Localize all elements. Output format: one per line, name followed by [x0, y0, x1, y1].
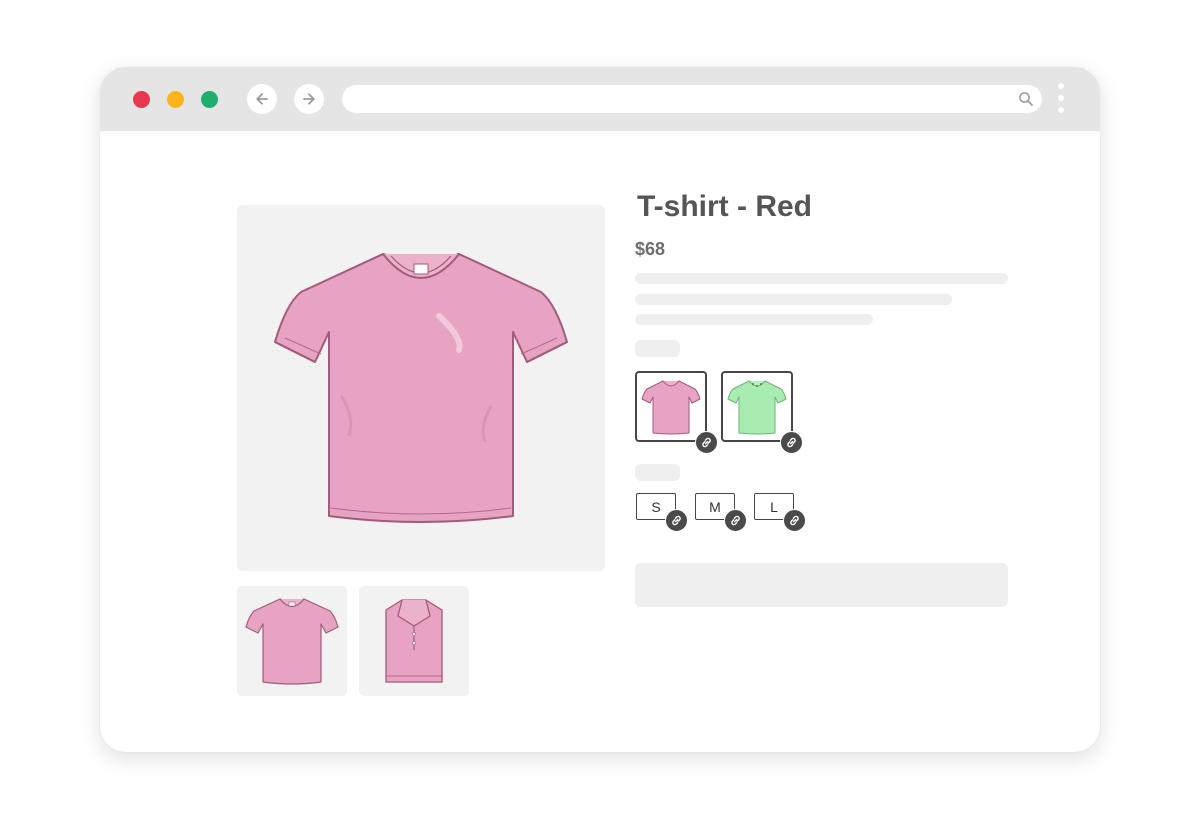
thumbnail-polo-folded[interactable] [359, 586, 469, 696]
arrow-left-icon [256, 93, 268, 105]
pink-tshirt-front-image [274, 253, 568, 523]
main-product-image[interactable] [237, 205, 605, 571]
color-label-placeholder [635, 340, 680, 357]
product-price: $68 [635, 239, 666, 259]
close-window-button[interactable] [133, 91, 150, 108]
pink-polo-folded-icon [385, 599, 443, 683]
description-placeholder-line [635, 314, 873, 325]
address-bar[interactable] [342, 85, 1042, 113]
size-option-label: S [651, 498, 661, 515]
size-label-placeholder [635, 464, 680, 481]
color-option-green[interactable] [721, 371, 793, 442]
link-icon [724, 509, 747, 532]
link-icon [780, 431, 803, 454]
kebab-menu-icon[interactable] [1057, 83, 1065, 117]
link-icon [665, 509, 688, 532]
minimize-window-button[interactable] [167, 91, 184, 108]
add-to-cart-button-placeholder[interactable] [635, 563, 1008, 607]
green-tshirt-icon [727, 380, 787, 434]
size-option-label: L [770, 498, 778, 515]
description-placeholder-line [635, 294, 952, 305]
description-placeholder-line [635, 273, 1008, 284]
maximize-window-button[interactable] [201, 91, 218, 108]
pink-tshirt-icon [641, 380, 701, 434]
back-button[interactable] [247, 84, 277, 114]
link-icon [695, 431, 718, 454]
browser-toolbar [100, 67, 1100, 131]
link-icon [783, 509, 806, 532]
browser-window: T-shirt - Red $68 S M L [100, 67, 1100, 752]
search-icon[interactable] [1018, 91, 1034, 107]
pink-tshirt-thumbnail-icon [245, 598, 339, 685]
product-title: T-shirt - Red [637, 190, 813, 223]
arrow-right-icon [303, 93, 315, 105]
thumbnail-tshirt-front[interactable] [237, 586, 347, 696]
size-option-label: M [709, 498, 721, 515]
forward-button[interactable] [294, 84, 324, 114]
color-option-pink[interactable] [635, 371, 707, 442]
